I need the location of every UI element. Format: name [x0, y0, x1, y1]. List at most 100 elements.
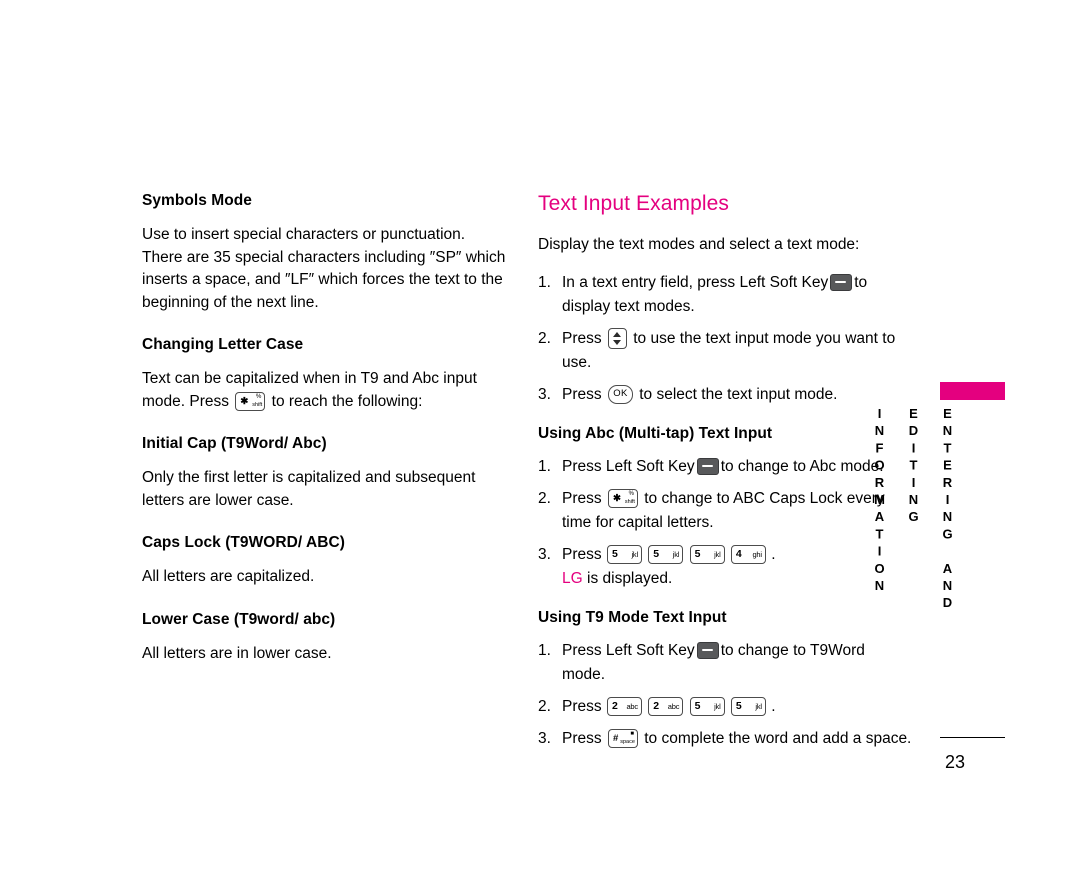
- number-key-letters: jkl: [714, 701, 721, 711]
- paragraph-caps-lock: All letters are capitalized.: [142, 568, 315, 585]
- step-text-after: to change to T9Word: [720, 641, 865, 659]
- star-key-label-top: %: [255, 393, 262, 400]
- heading-symbols-mode: Symbols Mode: [142, 192, 252, 209]
- star-key-label-bottom: shift: [252, 401, 263, 408]
- list-item: 2. Press ✱ % shift to change to ABC Caps…: [538, 487, 913, 535]
- star-shift-key-icon: ✱ % shift: [235, 391, 266, 411]
- step-text-second-line: use.: [562, 353, 592, 371]
- paragraph-lower-case: All letters are in lower case.: [142, 644, 332, 662]
- side-tab-rule: [940, 737, 1005, 738]
- pound-key-glyph: #: [612, 732, 619, 744]
- step-text-before: Press: [562, 729, 602, 747]
- number-key-letters: abc: [667, 701, 680, 711]
- list-item: 2. Press 2 abc 2 abc 5 jkl 5 jkl .: [538, 695, 913, 719]
- page-title: Text Input Examples: [538, 192, 729, 215]
- step-text-after: to: [854, 273, 868, 291]
- step-number: 1.: [538, 273, 551, 291]
- triangle-up-icon: [613, 331, 622, 337]
- list-item: 3. Press # ■ space to complete the word …: [538, 727, 913, 751]
- step-text-after: to change to ABC Caps Lock every: [644, 489, 885, 507]
- step-text-after: .: [771, 545, 776, 563]
- number-key-5-icon: 5 jkl: [730, 696, 766, 716]
- step-text-before: Press Left Soft Key: [562, 457, 695, 475]
- list-item: 2. Press to use the text input mode you …: [538, 327, 913, 375]
- step-number: 2.: [538, 489, 551, 507]
- number-key-5-icon: 5 jkl: [648, 544, 684, 564]
- left-soft-key-icon: [696, 641, 719, 659]
- pound-space-key-icon: # ■ space: [607, 728, 638, 748]
- main-steps-list: 1. In a text entry field, press Left Sof…: [538, 271, 913, 407]
- right-column: Text Input Examples Display the text mod…: [538, 192, 913, 759]
- step-text-after: to select the text input mode.: [639, 385, 838, 403]
- step-number: 2.: [538, 697, 551, 715]
- heading-caps-lock: Caps Lock (T9WORD/ ABC): [142, 534, 345, 551]
- heading-initial-cap: Initial Cap (T9Word/ Abc): [142, 435, 327, 452]
- step-text-before: Press: [562, 697, 602, 715]
- step-number: 3.: [538, 385, 551, 403]
- lg-result-text: is displayed.: [587, 569, 673, 587]
- side-tab-label: ENTERING AND EDITING INFORMATION: [872, 406, 955, 613]
- heading-changing-letter-case: Changing Letter Case: [142, 336, 304, 353]
- number-key-letters: jkl: [672, 549, 680, 559]
- number-key-letters: ghi: [752, 549, 762, 559]
- step-number: 3.: [538, 729, 551, 747]
- paragraph-initial-cap: Only the first letter is capitalized and…: [142, 469, 476, 509]
- pound-key-label-bottom: space: [620, 738, 635, 745]
- number-key-digit: 5: [653, 547, 660, 560]
- nav-up-down-key-icon: [607, 327, 627, 349]
- number-key-letters: jkl: [631, 549, 638, 559]
- intro-text: Display the text modes and select a text…: [538, 236, 860, 253]
- number-key-5-icon: 5 jkl: [606, 544, 642, 564]
- number-key-4-icon: 4 ghi: [730, 544, 766, 564]
- step-number: 1.: [538, 641, 551, 659]
- number-key-digit: 2: [653, 699, 660, 712]
- step-text-second-line: mode.: [562, 665, 606, 683]
- pound-key-label-top: ■: [630, 730, 634, 737]
- step-text-before: Press: [562, 329, 602, 347]
- t9-steps-list: 1. Press Left Soft Key to change to T9Wor…: [538, 639, 913, 751]
- number-key-letters: jkl: [755, 701, 762, 711]
- step-text-before: In a text entry field, press Left Soft K…: [562, 273, 829, 291]
- step-number: 1.: [538, 457, 551, 475]
- number-key-letters: abc: [626, 701, 638, 711]
- step-text-before: Press: [562, 489, 602, 507]
- paragraph-changing-letter-case: Text can be capitalized when in T9 and A…: [142, 368, 507, 413]
- changing-letter-case-text-2: to reach the following:: [271, 392, 423, 410]
- list-item: 1. Press Left Soft Key to change to T9Wor…: [538, 639, 913, 687]
- left-soft-key-icon: [830, 273, 853, 291]
- number-key-digit: 5: [694, 699, 701, 712]
- step-text-after: to use the text input mode you want to: [633, 329, 896, 347]
- number-key-5-icon: 5 jkl: [689, 696, 725, 716]
- step-text-second-line: display text modes.: [562, 297, 695, 315]
- left-column: Symbols Mode Use to insert special chara…: [142, 192, 507, 691]
- star-key-label-bottom: shift: [624, 498, 635, 505]
- lg-result-mark: LG: [562, 569, 583, 587]
- step-text-after: to change to Abc mode.: [720, 457, 884, 475]
- star-shift-key-icon: ✱ % shift: [607, 488, 638, 508]
- heading-using-t9: Using T9 Mode Text Input: [538, 608, 727, 626]
- step-text-after: to complete the word and add a space.: [644, 729, 912, 747]
- star-key-glyph: ✱: [240, 395, 249, 407]
- list-item: 3. Press OK to select the text input mod…: [538, 383, 913, 407]
- step-text-before: Press Left Soft Key: [562, 641, 695, 659]
- star-key-glyph: ✱: [612, 492, 621, 504]
- step-text-before: Press: [562, 545, 602, 563]
- list-item: 1. In a text entry field, press Left Sof…: [538, 271, 913, 319]
- side-tab-accent-bar: [940, 382, 1005, 400]
- page-number: 23: [944, 752, 966, 772]
- triangle-down-icon: [613, 339, 622, 345]
- number-key-letters: jkl: [714, 549, 721, 559]
- paragraph-symbols-mode: Use to insert special characters or punc…: [142, 226, 506, 311]
- heading-using-abc: Using Abc (Multi-tap) Text Input: [538, 424, 773, 442]
- step-number: 2.: [538, 329, 551, 347]
- manual-page: Symbols Mode Use to insert special chara…: [0, 0, 1080, 888]
- left-soft-key-icon: [696, 457, 719, 475]
- number-key-digit: 5: [611, 547, 618, 560]
- number-key-2-icon: 2 abc: [606, 696, 642, 716]
- number-key-2-icon: 2 abc: [648, 696, 684, 716]
- list-item: 1. Press Left Soft Key to change to Abc m…: [538, 455, 913, 479]
- ok-key-icon: OK: [607, 384, 633, 404]
- star-key-label-top: %: [628, 490, 634, 497]
- step-text-before: Press: [562, 385, 602, 403]
- step-number: 3.: [538, 545, 551, 563]
